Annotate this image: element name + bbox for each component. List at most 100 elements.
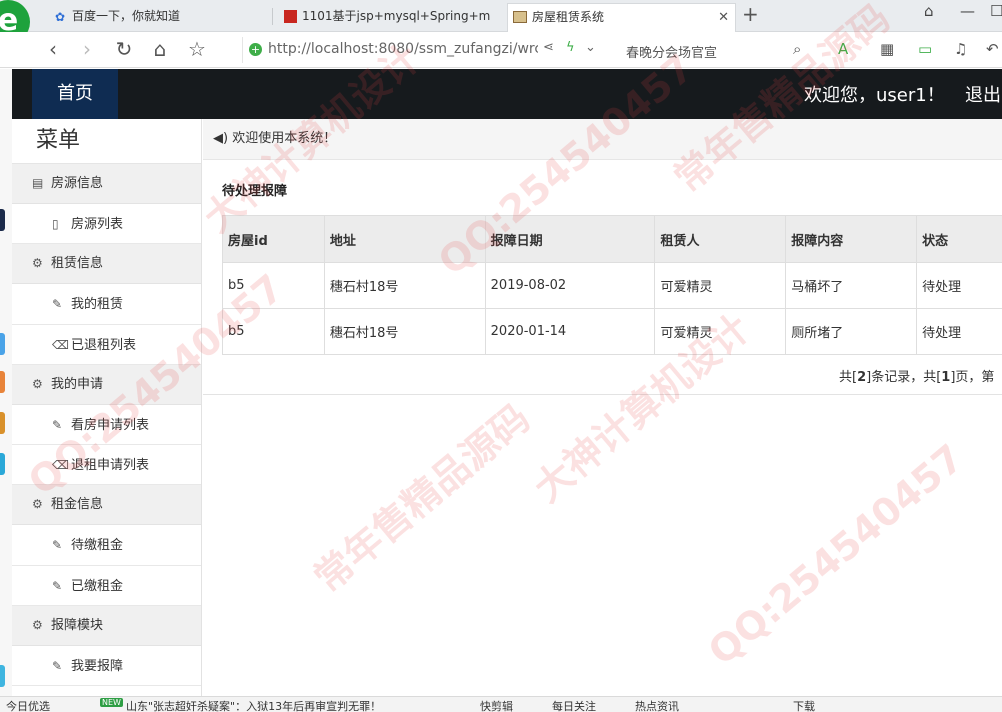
- close-tab-icon[interactable]: ✕: [718, 4, 729, 31]
- url-field[interactable]: + http://localhost:8080/ssm_zufangzi/wrc…: [242, 37, 614, 63]
- menu-item-terminated-list[interactable]: ⌫ 已退租列表: [12, 324, 201, 365]
- menu-group-housing[interactable]: ▤ 房源信息: [12, 164, 201, 204]
- minimize-icon[interactable]: —: [960, 2, 975, 20]
- table-cell: 待处理: [916, 308, 1002, 355]
- paw-icon: ✿: [54, 10, 66, 24]
- logout-link[interactable]: 退出: [965, 81, 1001, 107]
- shirt-skin-icon[interactable]: ⌂: [924, 2, 934, 20]
- browser-tab-bar: e ✿ 百度一下，你就知道 1101基于jsp+mysql+Spring+m 房…: [0, 0, 1002, 44]
- url-text[interactable]: http://localhost:8080/ssm_zufangzi/wrc: [268, 41, 538, 57]
- gear-icon: ⚙: [32, 497, 43, 512]
- menu-item-viewing-applications[interactable]: ✎ 看房申请列表: [12, 404, 201, 446]
- pager-text: ]页，第: [950, 370, 995, 385]
- notice-bar: ◀) 欢迎使用本系统！: [203, 119, 1002, 160]
- pager-text: ]条记录，共[: [866, 370, 942, 385]
- headphones-icon[interactable]: ♫: [954, 40, 967, 58]
- translate-icon[interactable]: A: [838, 40, 848, 58]
- favorite-star-icon[interactable]: ☆: [186, 37, 208, 61]
- menu-item-house-list[interactable]: ▯ 房源列表: [12, 204, 201, 245]
- column-header: 租赁人: [654, 215, 787, 263]
- menu-item-report-fault[interactable]: ✎ 我要报障: [12, 646, 201, 687]
- trash-icon: ⌫: [52, 458, 69, 473]
- home-nav-button[interactable]: 首页: [32, 69, 118, 119]
- chevron-down-icon[interactable]: ⌄: [585, 40, 596, 55]
- status-item[interactable]: 今日优选: [6, 698, 50, 712]
- dock-app-icon[interactable]: [0, 453, 5, 475]
- column-header: 房屋id: [222, 215, 325, 263]
- search-suggestion[interactable]: 春晚分会场官宣: [626, 42, 717, 61]
- table-cell: 待处理: [916, 262, 1002, 309]
- list-icon: ▤: [32, 176, 44, 190]
- menu-group-label: 租金信息: [51, 497, 104, 513]
- menu-item-label: 已退租列表: [71, 337, 137, 353]
- tab-baidu[interactable]: ✿ 百度一下，你就知道: [48, 3, 268, 32]
- table-row: b5 穗石村18号 2019-08-02 可爱精灵 马桶坏了 待处理: [222, 262, 1002, 309]
- notice-text: 欢迎使用本系统！: [232, 131, 337, 146]
- menu-item-label: 我要报障: [71, 659, 124, 675]
- tab-title: 房屋租赁系统: [532, 10, 605, 24]
- status-item[interactable]: 热点资讯: [635, 698, 679, 712]
- table-cell: 穗石村18号: [323, 308, 486, 355]
- apps-grid-icon[interactable]: ▦: [880, 40, 894, 58]
- dock-app-icon[interactable]: [0, 412, 5, 434]
- dock-app-icon[interactable]: [0, 333, 5, 355]
- tab-rental-system[interactable]: 房屋租赁系统 ✕: [507, 3, 736, 32]
- app-header: 首页 欢迎您，user1！ 退出: [12, 69, 1002, 119]
- lightning-icon[interactable]: ϟ: [566, 40, 575, 55]
- panel-title: 待处理报障: [222, 184, 288, 199]
- table-cell: b5: [222, 308, 325, 355]
- maximize-icon[interactable]: ☐: [990, 2, 1002, 20]
- menu-item-termination-applications[interactable]: ⌫ 退租申请列表: [12, 445, 201, 486]
- forward-icon[interactable]: ›: [76, 37, 98, 61]
- table-cell: 可爱精灵: [654, 308, 787, 355]
- status-item[interactable]: 快剪辑: [480, 698, 513, 712]
- column-header: 报障日期: [484, 215, 656, 263]
- menu-item-label: 退租申请列表: [71, 458, 150, 474]
- table-header-row: 房屋id 地址 报障日期 租赁人 报障内容 状态: [222, 215, 1002, 263]
- secure-plus-icon: +: [249, 43, 262, 56]
- red-square-icon: [283, 10, 297, 24]
- column-header: 报障内容: [785, 215, 918, 263]
- wrench-icon: ✎: [52, 578, 63, 593]
- sidebar-menu: 菜单 ▤ 房源信息 ▯ 房源列表 ⚙ 租赁信息 ✎ 我的租赁 ⌫ 已退租列表 ⚙ 我的申请 …: [12, 119, 202, 696]
- wrench-icon: ✎: [52, 659, 63, 674]
- tab-divider: [272, 8, 273, 25]
- table-cell: 厕所堵了: [785, 308, 918, 355]
- menu-group-rent[interactable]: ⚙ 租金信息: [12, 485, 201, 526]
- share-icon[interactable]: ⋖: [543, 40, 554, 55]
- battery-icon[interactable]: ▭: [918, 40, 932, 58]
- menu-group-applications[interactable]: ⚙ 我的申请: [12, 364, 201, 405]
- dock-app-icon[interactable]: [0, 209, 5, 231]
- main-content: ◀) 欢迎使用本系统！ 待处理报障 房屋id 地址 报障日期 租赁人 报障内容 …: [203, 119, 1002, 696]
- menu-item-label: 已缴租金: [71, 578, 124, 594]
- menu-group-lease[interactable]: ⚙ 租赁信息: [12, 244, 201, 285]
- pager-pages: 1: [941, 370, 951, 385]
- menu-group-repair[interactable]: ⚙ 报障模块: [12, 606, 201, 647]
- home-icon[interactable]: ⌂: [149, 37, 171, 61]
- menu-item-paid-rent[interactable]: ✎ 已缴租金: [12, 565, 201, 607]
- wrench-icon: ✎: [52, 538, 63, 553]
- back-icon[interactable]: ‹: [42, 37, 64, 61]
- table-row: b5 穗石村18号 2020-01-14 可爱精灵 厕所堵了 待处理: [222, 308, 1002, 355]
- speaker-icon: ◀): [213, 131, 229, 146]
- menu-item-unpaid-rent[interactable]: ✎ 待缴租金: [12, 525, 201, 566]
- undo-icon[interactable]: ↶: [986, 40, 999, 58]
- column-header: 地址: [323, 215, 486, 263]
- dock-app-icon[interactable]: [0, 371, 5, 393]
- menu-item-label: 看房申请列表: [71, 417, 150, 433]
- status-item[interactable]: 每日关注: [552, 698, 596, 712]
- new-tab-plus-icon[interactable]: +: [742, 2, 759, 26]
- dock-app-icon[interactable]: [0, 665, 5, 687]
- menu-item-label: 房源列表: [71, 217, 124, 232]
- menu-group-label: 报障模块: [51, 618, 104, 634]
- menu-item-my-lease[interactable]: ✎ 我的租赁: [12, 284, 201, 325]
- trash-icon: ⌫: [52, 337, 69, 352]
- status-item[interactable]: 下载: [793, 698, 815, 712]
- welcome-text: 欢迎您，user1！: [804, 85, 945, 106]
- reload-icon[interactable]: ↻: [113, 37, 135, 61]
- tab-project[interactable]: 1101基于jsp+mysql+Spring+m: [278, 3, 498, 32]
- news-ticker[interactable]: 山东"张志超奸杀疑案"：入狱13年后再审宣判无罪！: [126, 698, 426, 712]
- search-icon[interactable]: ⌕: [793, 40, 801, 58]
- table-cell: 2020-01-14: [484, 308, 656, 355]
- pager-total: 2: [857, 370, 867, 385]
